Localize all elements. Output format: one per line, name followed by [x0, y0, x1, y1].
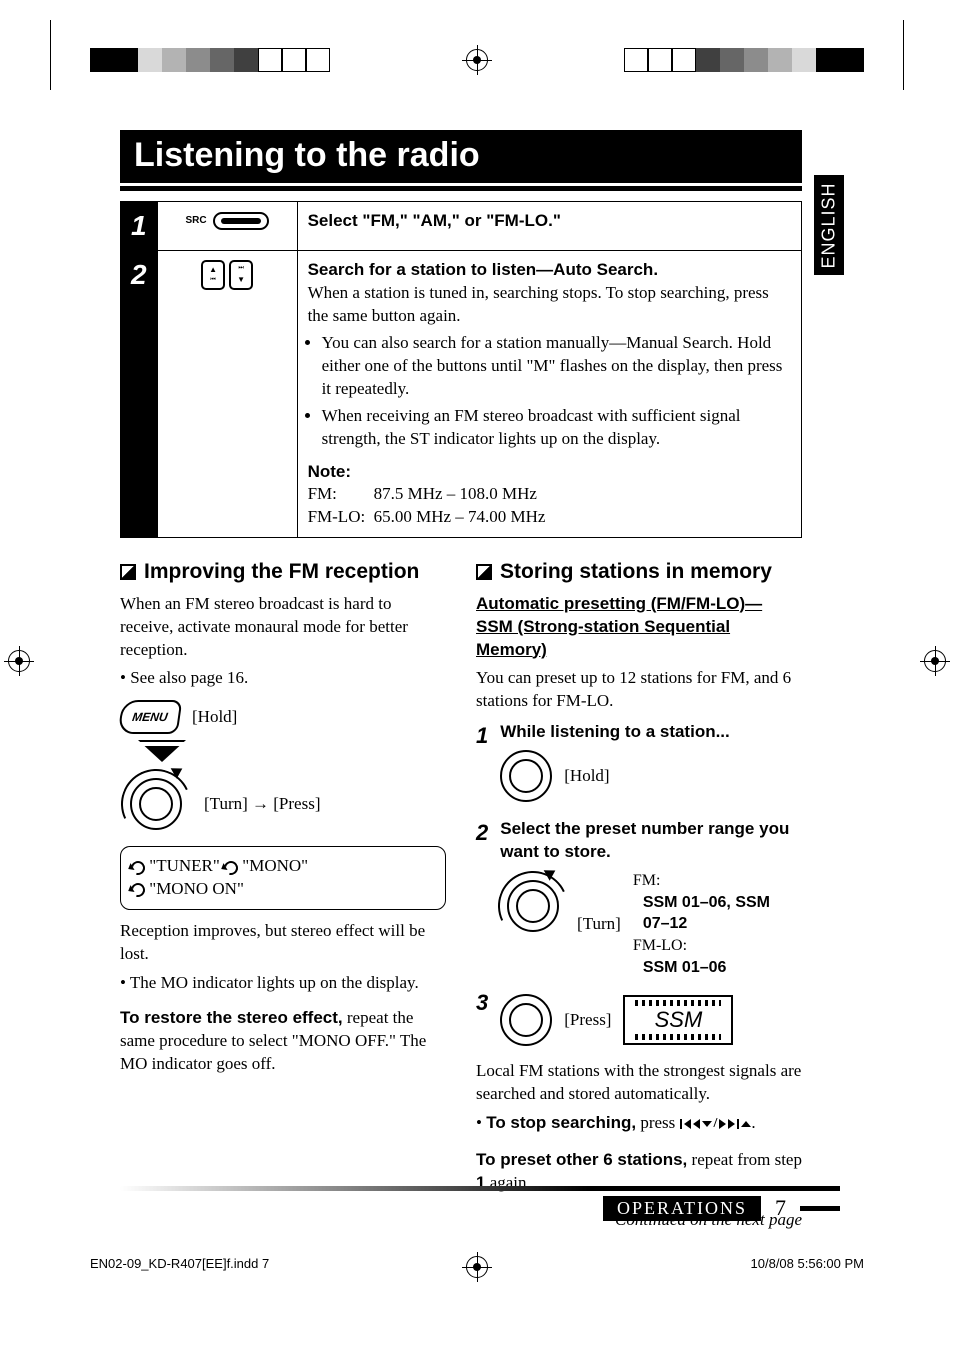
registration-target-icon: [924, 650, 946, 672]
step-body: Search for a station to listen—Auto Sear…: [297, 251, 801, 538]
option-value: SSM 01–06, SSM 07–12: [633, 892, 800, 935]
step-icon-cell: SRC: [157, 202, 297, 251]
note-value: 87.5 MHz – 108.0 MHz: [374, 483, 537, 506]
step-text: When a station is tuned in, searching st…: [308, 282, 791, 328]
up-down-buttons-icon: ▲⏮ ⏭▼: [201, 260, 253, 290]
step-number: 2: [121, 251, 158, 538]
note-key: FM:: [308, 483, 366, 506]
bullet-text: To stop searching, press / .: [476, 1112, 802, 1135]
text: press: [636, 1113, 679, 1132]
paragraph: You can preset up to 12 stations for FM,…: [476, 667, 802, 713]
option-value: SSM 01–06: [633, 957, 800, 979]
registration-target-icon: [466, 49, 488, 71]
action-label: [Press]: [564, 1009, 611, 1032]
color-bar: [90, 48, 330, 72]
step-number: 1: [476, 721, 496, 751]
step-number: 1: [121, 202, 158, 251]
action-label: [Hold]: [192, 706, 237, 729]
option-label: FM:: [633, 870, 800, 892]
step-heading: Select "FM," "AM," or "FM-LO.": [308, 210, 791, 233]
subsection-title: Improving the FM reception: [144, 558, 419, 586]
footer-rule: [120, 1186, 840, 1191]
bullet-text: The MO indicator lights up on the displa…: [120, 972, 446, 995]
bullet-text: You can also search for a station manual…: [322, 332, 791, 401]
paragraph: Local FM stations with the strongest sig…: [476, 1060, 802, 1106]
lead-phrase: To stop searching,: [486, 1113, 636, 1132]
table-row: 1 SRC Select "FM," "AM," or "FM-LO.": [121, 202, 802, 251]
diagram: MENU [Hold] [Turn] → [Press] "TUNER": [120, 700, 446, 910]
bullet-text: When receiving an FM stereo broadcast wi…: [322, 405, 791, 451]
print-footer: EN02-09_KD-R407[EE]f.indd 7 10/8/08 5:56…: [90, 1256, 864, 1271]
subsection-header: Improving the FM reception: [120, 558, 446, 586]
subsection-header: Storing stations in memory: [476, 558, 802, 586]
menu-button-icon: MENU: [118, 700, 183, 734]
note-key: FM-LO:: [308, 506, 366, 529]
title-underline: [120, 186, 802, 191]
sub-subheading: Automatic presetting (FM/FM-LO)—: [476, 593, 802, 616]
bullet-text: See also page 16.: [120, 667, 446, 690]
action-label: [Hold]: [564, 765, 609, 788]
text: repeat from step: [687, 1150, 802, 1169]
numbered-step: 2 Select the preset number range you wan…: [476, 818, 802, 984]
two-column-area: Improving the FM reception When an FM st…: [120, 558, 802, 1231]
step-text: While listening to a station...: [500, 722, 730, 741]
path-segment: "MONO ON": [149, 879, 244, 898]
print-datetime: 10/8/08 5:56:00 PM: [751, 1256, 864, 1271]
path-segment: "MONO": [242, 856, 308, 875]
print-filename: EN02-09_KD-R407[EE]f.indd 7: [90, 1256, 269, 1271]
section-title-bar: Listening to the radio: [120, 130, 802, 183]
step-number: 2: [476, 818, 496, 848]
step-text: Select the preset number range you want …: [500, 819, 789, 861]
lead-phrase: To preset other 6 stations,: [476, 1150, 687, 1169]
step-number: 3: [476, 988, 496, 1018]
lead-phrase: To restore the stereo effect,: [120, 1008, 343, 1027]
step-heading: Search for a station to listen—Auto Sear…: [308, 259, 791, 282]
footer-tail-rule: [800, 1206, 840, 1211]
registration-row-top: [0, 40, 954, 80]
src-button-icon: SRC: [186, 212, 269, 230]
paragraph: Reception improves, but stereo effect wi…: [120, 920, 446, 966]
numbered-step: 3 [Press] SSM: [476, 988, 802, 1052]
action-label: [Turn]: [577, 913, 621, 936]
action-label: [Turn] → [Press]: [204, 793, 321, 816]
paragraph: When an FM stereo broadcast is hard to r…: [120, 593, 446, 662]
registration-target-icon: [466, 1256, 488, 1278]
rotary-knob-icon: [120, 768, 192, 840]
rotate-icon: [128, 858, 147, 877]
text: .: [751, 1113, 755, 1132]
src-label: SRC: [186, 215, 207, 226]
footer-section-label: OPERATIONS: [603, 1196, 761, 1221]
numbered-step: 1 While listening to a station... [Hold]: [476, 721, 802, 808]
page-footer: OPERATIONS 7: [120, 1186, 840, 1221]
subsection-title: Storing stations in memory: [500, 558, 772, 586]
page-number: 7: [775, 1195, 786, 1221]
color-bar: [624, 48, 864, 72]
menu-path-box: "TUNER" "MONO" "MONO ON": [120, 846, 446, 910]
page-title: Listening to the radio: [134, 136, 788, 175]
note-value: 65.00 MHz – 74.00 MHz: [374, 506, 546, 529]
rotate-icon: [221, 858, 240, 877]
sub-subheading: SSM (Strong-station Sequential Memory): [476, 616, 802, 662]
display-readout-icon: SSM: [623, 995, 733, 1045]
registration-target-icon: [8, 650, 30, 672]
rotary-knob-icon: [500, 994, 552, 1046]
steps-table: 1 SRC Select "FM," "AM," or "FM-LO." 2 ▲…: [120, 201, 802, 538]
path-segment: "TUNER": [149, 856, 224, 875]
rotary-knob-icon: [500, 750, 552, 802]
arrow-down-icon: [138, 740, 186, 762]
page-content: Listening to the radio 1 SRC Select "FM,…: [120, 130, 840, 1232]
section-marker-icon: [476, 564, 492, 580]
right-column: Storing stations in memory Automatic pre…: [476, 558, 802, 1231]
rotate-icon: [128, 881, 147, 900]
left-column: Improving the FM reception When an FM st…: [120, 558, 446, 1231]
skip-buttons-icon: /: [680, 1115, 752, 1134]
step-body: Select "FM," "AM," or "FM-LO.": [297, 202, 801, 251]
step-icon-cell: ▲⏮ ⏭▼: [157, 251, 297, 538]
table-row: 2 ▲⏮ ⏭▼ Search for a station to listen—A…: [121, 251, 802, 538]
section-marker-icon: [120, 564, 136, 580]
note-heading: Note:: [308, 461, 791, 484]
rotary-knob-icon: [500, 870, 565, 942]
option-label: FM-LO:: [633, 935, 800, 957]
paragraph: To restore the stereo effect, repeat the…: [120, 1007, 446, 1076]
